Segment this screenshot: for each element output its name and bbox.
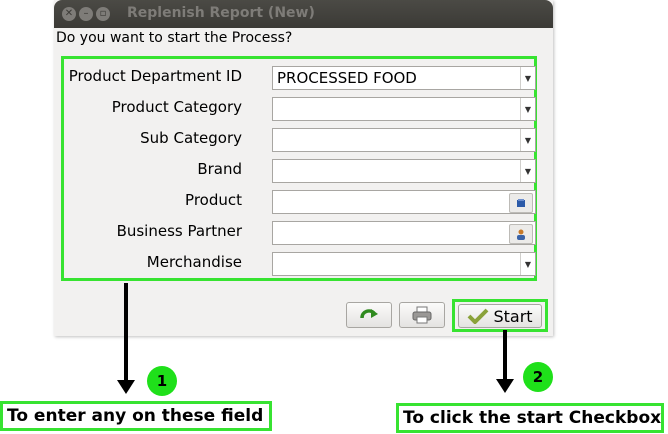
chevron-down-icon[interactable]: ▼ <box>520 160 535 182</box>
minimize-icon[interactable]: – <box>79 7 93 21</box>
business-partner-lookup-button[interactable] <box>509 224 533 244</box>
product-lookup-field[interactable] <box>272 190 536 214</box>
arrow-1-line <box>124 283 128 381</box>
arrow-1-head <box>117 380 135 394</box>
step-2-caption: To click the start Checkbox <box>396 403 664 433</box>
checkmark-icon <box>468 308 489 324</box>
person-icon <box>517 229 525 240</box>
product-lookup-button[interactable] <box>509 193 533 213</box>
parameter-form-highlight: Product Department ID PROCESSED FOOD ▼ P… <box>61 56 537 281</box>
step-1-caption: To enter any on these field <box>0 401 272 431</box>
print-button[interactable] <box>399 302 445 328</box>
chevron-down-icon[interactable]: ▼ <box>520 129 535 151</box>
close-icon[interactable]: ✕ <box>62 7 76 21</box>
step-2-badge: 2 <box>523 362 553 392</box>
field-label-product-department: Product Department ID <box>68 67 242 85</box>
product-department-value: PROCESSED FOOD <box>277 69 417 87</box>
replenish-dialog: ✕ – ▫ Replenish Report (New) Do you want… <box>54 0 553 336</box>
arrow-2-line <box>503 330 507 380</box>
field-label-product: Product <box>185 191 242 209</box>
start-button-label: Start <box>493 306 533 326</box>
arrow-2-head <box>496 379 514 393</box>
field-label-merchandise: Merchandise <box>146 253 242 271</box>
chevron-down-icon[interactable]: ▼ <box>520 67 535 89</box>
refresh-arrow-icon <box>360 309 378 319</box>
business-partner-lookup-field[interactable] <box>272 221 536 245</box>
brand-select[interactable]: ▼ <box>272 159 536 183</box>
refresh-button[interactable] <box>346 302 392 328</box>
product-icon <box>517 199 525 207</box>
field-label-brand: Brand <box>197 160 242 178</box>
sub-category-select[interactable]: ▼ <box>272 128 536 152</box>
chevron-down-icon[interactable]: ▼ <box>520 253 535 275</box>
process-question: Do you want to start the Process? <box>56 30 293 46</box>
merchandise-select[interactable]: ▼ <box>272 252 536 276</box>
maximize-icon[interactable]: ▫ <box>96 7 110 21</box>
field-label-business-partner: Business Partner <box>116 222 242 240</box>
step-1-badge: 1 <box>147 366 177 396</box>
field-label-sub-category: Sub Category <box>140 129 242 147</box>
field-label-product-category: Product Category <box>111 98 242 116</box>
chevron-down-icon[interactable]: ▼ <box>520 98 535 120</box>
printer-icon <box>412 306 432 324</box>
start-button[interactable]: Start <box>458 304 542 328</box>
title-bar: ✕ – ▫ Replenish Report (New) <box>54 0 553 28</box>
product-category-select[interactable]: ▼ <box>272 97 536 121</box>
start-button-highlight: Start <box>452 299 548 332</box>
window-title: Replenish Report (New) <box>127 5 315 21</box>
product-department-select[interactable]: PROCESSED FOOD ▼ <box>272 66 536 90</box>
